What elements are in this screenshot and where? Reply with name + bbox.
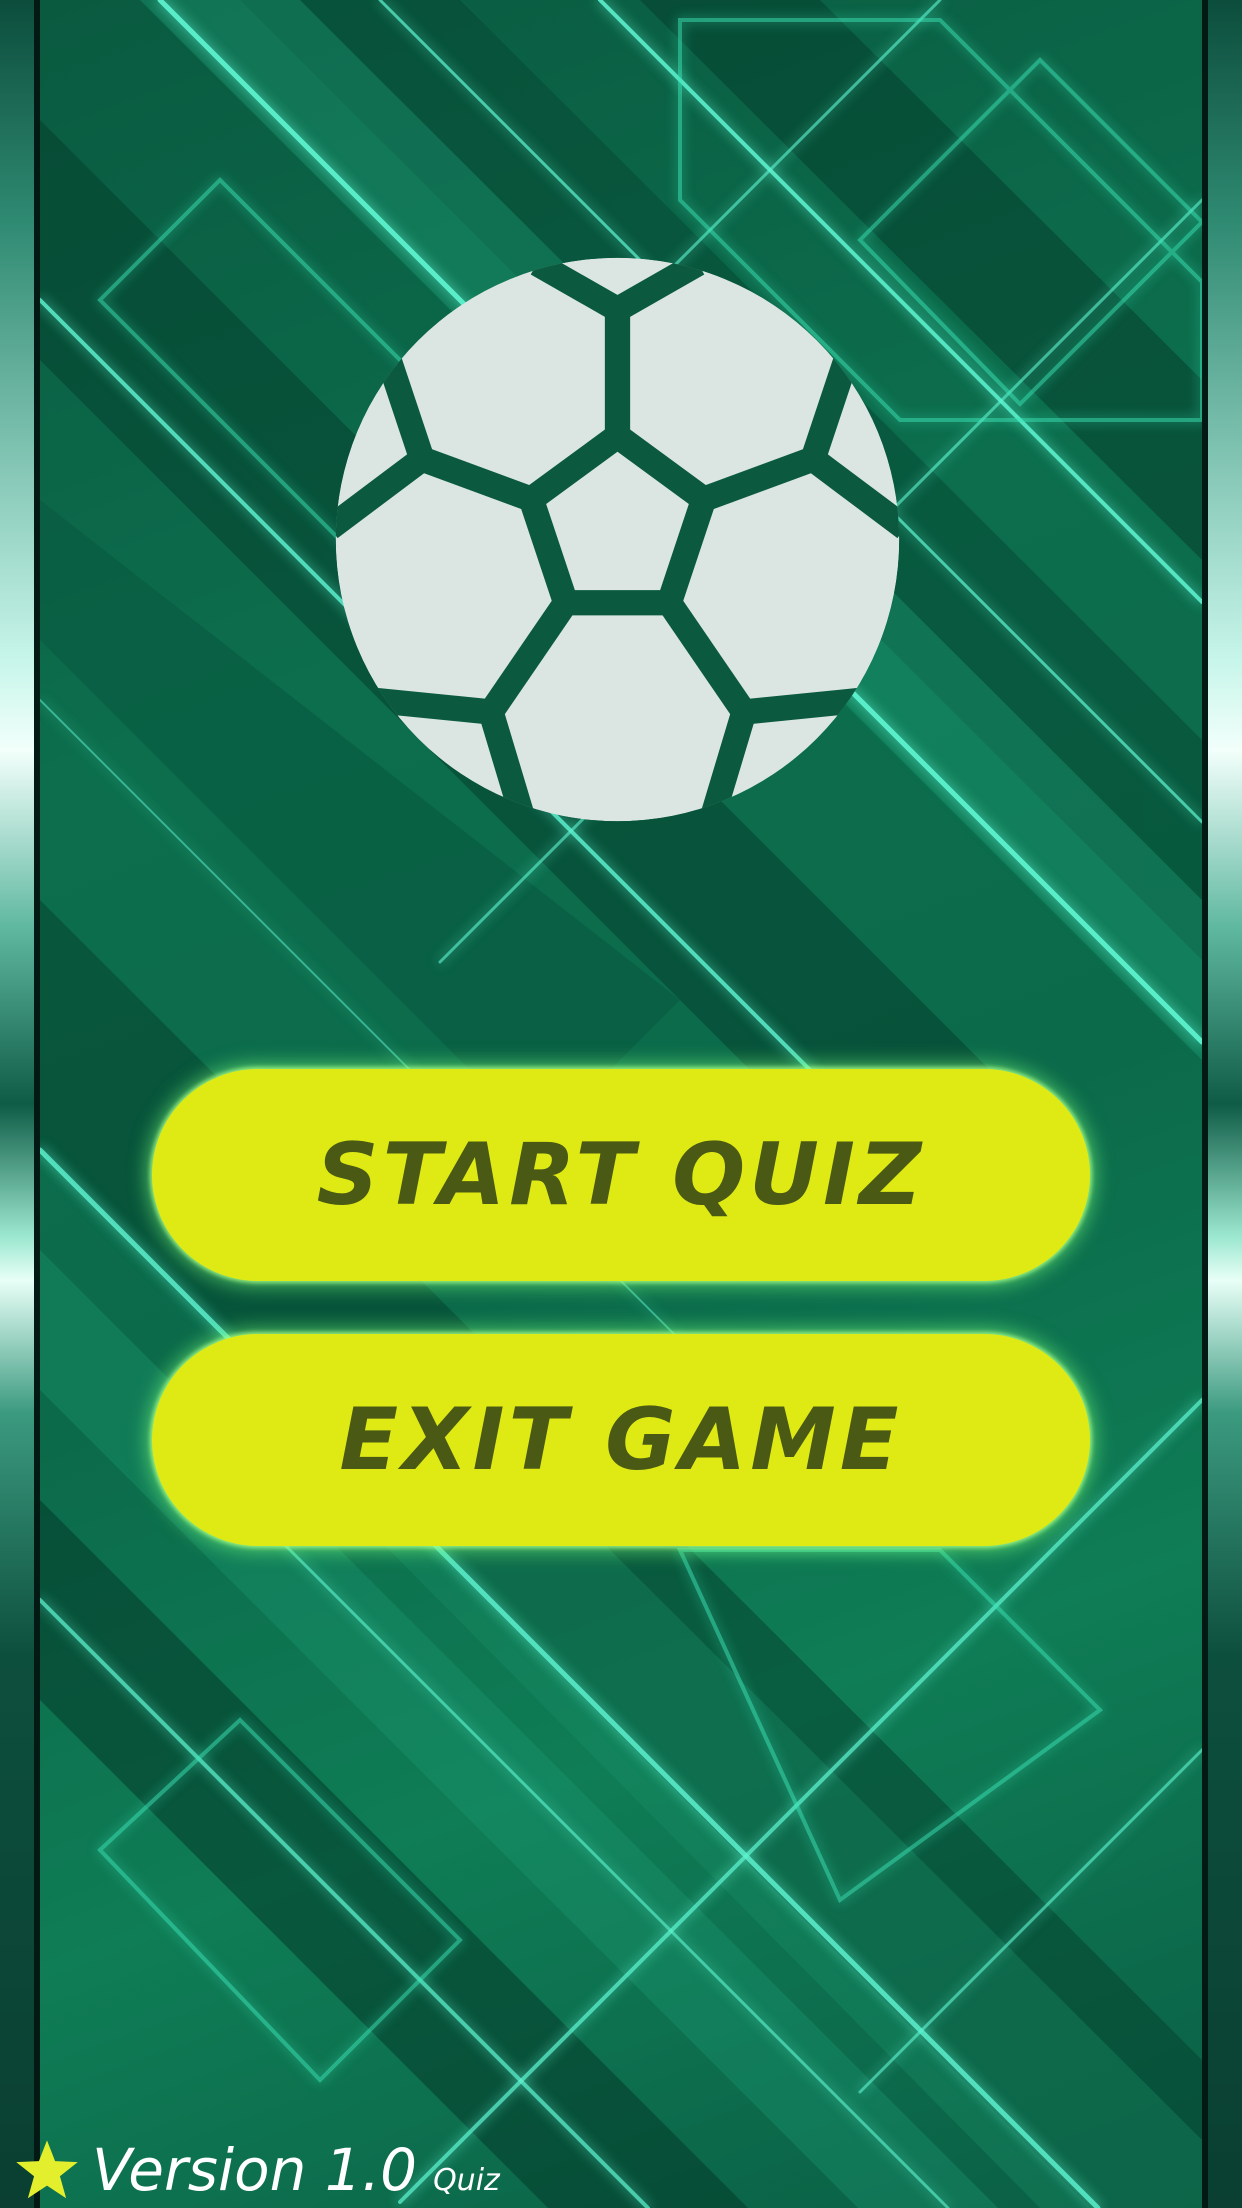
start-quiz-label: START QUIZ bbox=[316, 1125, 926, 1225]
version-label: Version 1.0 bbox=[92, 2136, 418, 2204]
right-frame-edge bbox=[1202, 0, 1208, 2208]
right-frame bbox=[1202, 0, 1242, 2208]
exit-game-label: EXIT GAME bbox=[339, 1390, 903, 1490]
version-sub-label: Quiz bbox=[433, 2163, 500, 2198]
left-frame-edge bbox=[34, 0, 40, 2208]
star-icon bbox=[16, 2140, 78, 2199]
start-quiz-button[interactable]: START QUIZ bbox=[152, 1069, 1090, 1281]
version-footer: Version 1.0 Quiz bbox=[14, 2136, 500, 2204]
soccer-ball-icon bbox=[330, 252, 905, 827]
exit-game-button[interactable]: EXIT GAME bbox=[152, 1334, 1090, 1546]
main-menu-screen: START QUIZ EXIT GAME Version 1.0 Quiz bbox=[0, 0, 1242, 2208]
